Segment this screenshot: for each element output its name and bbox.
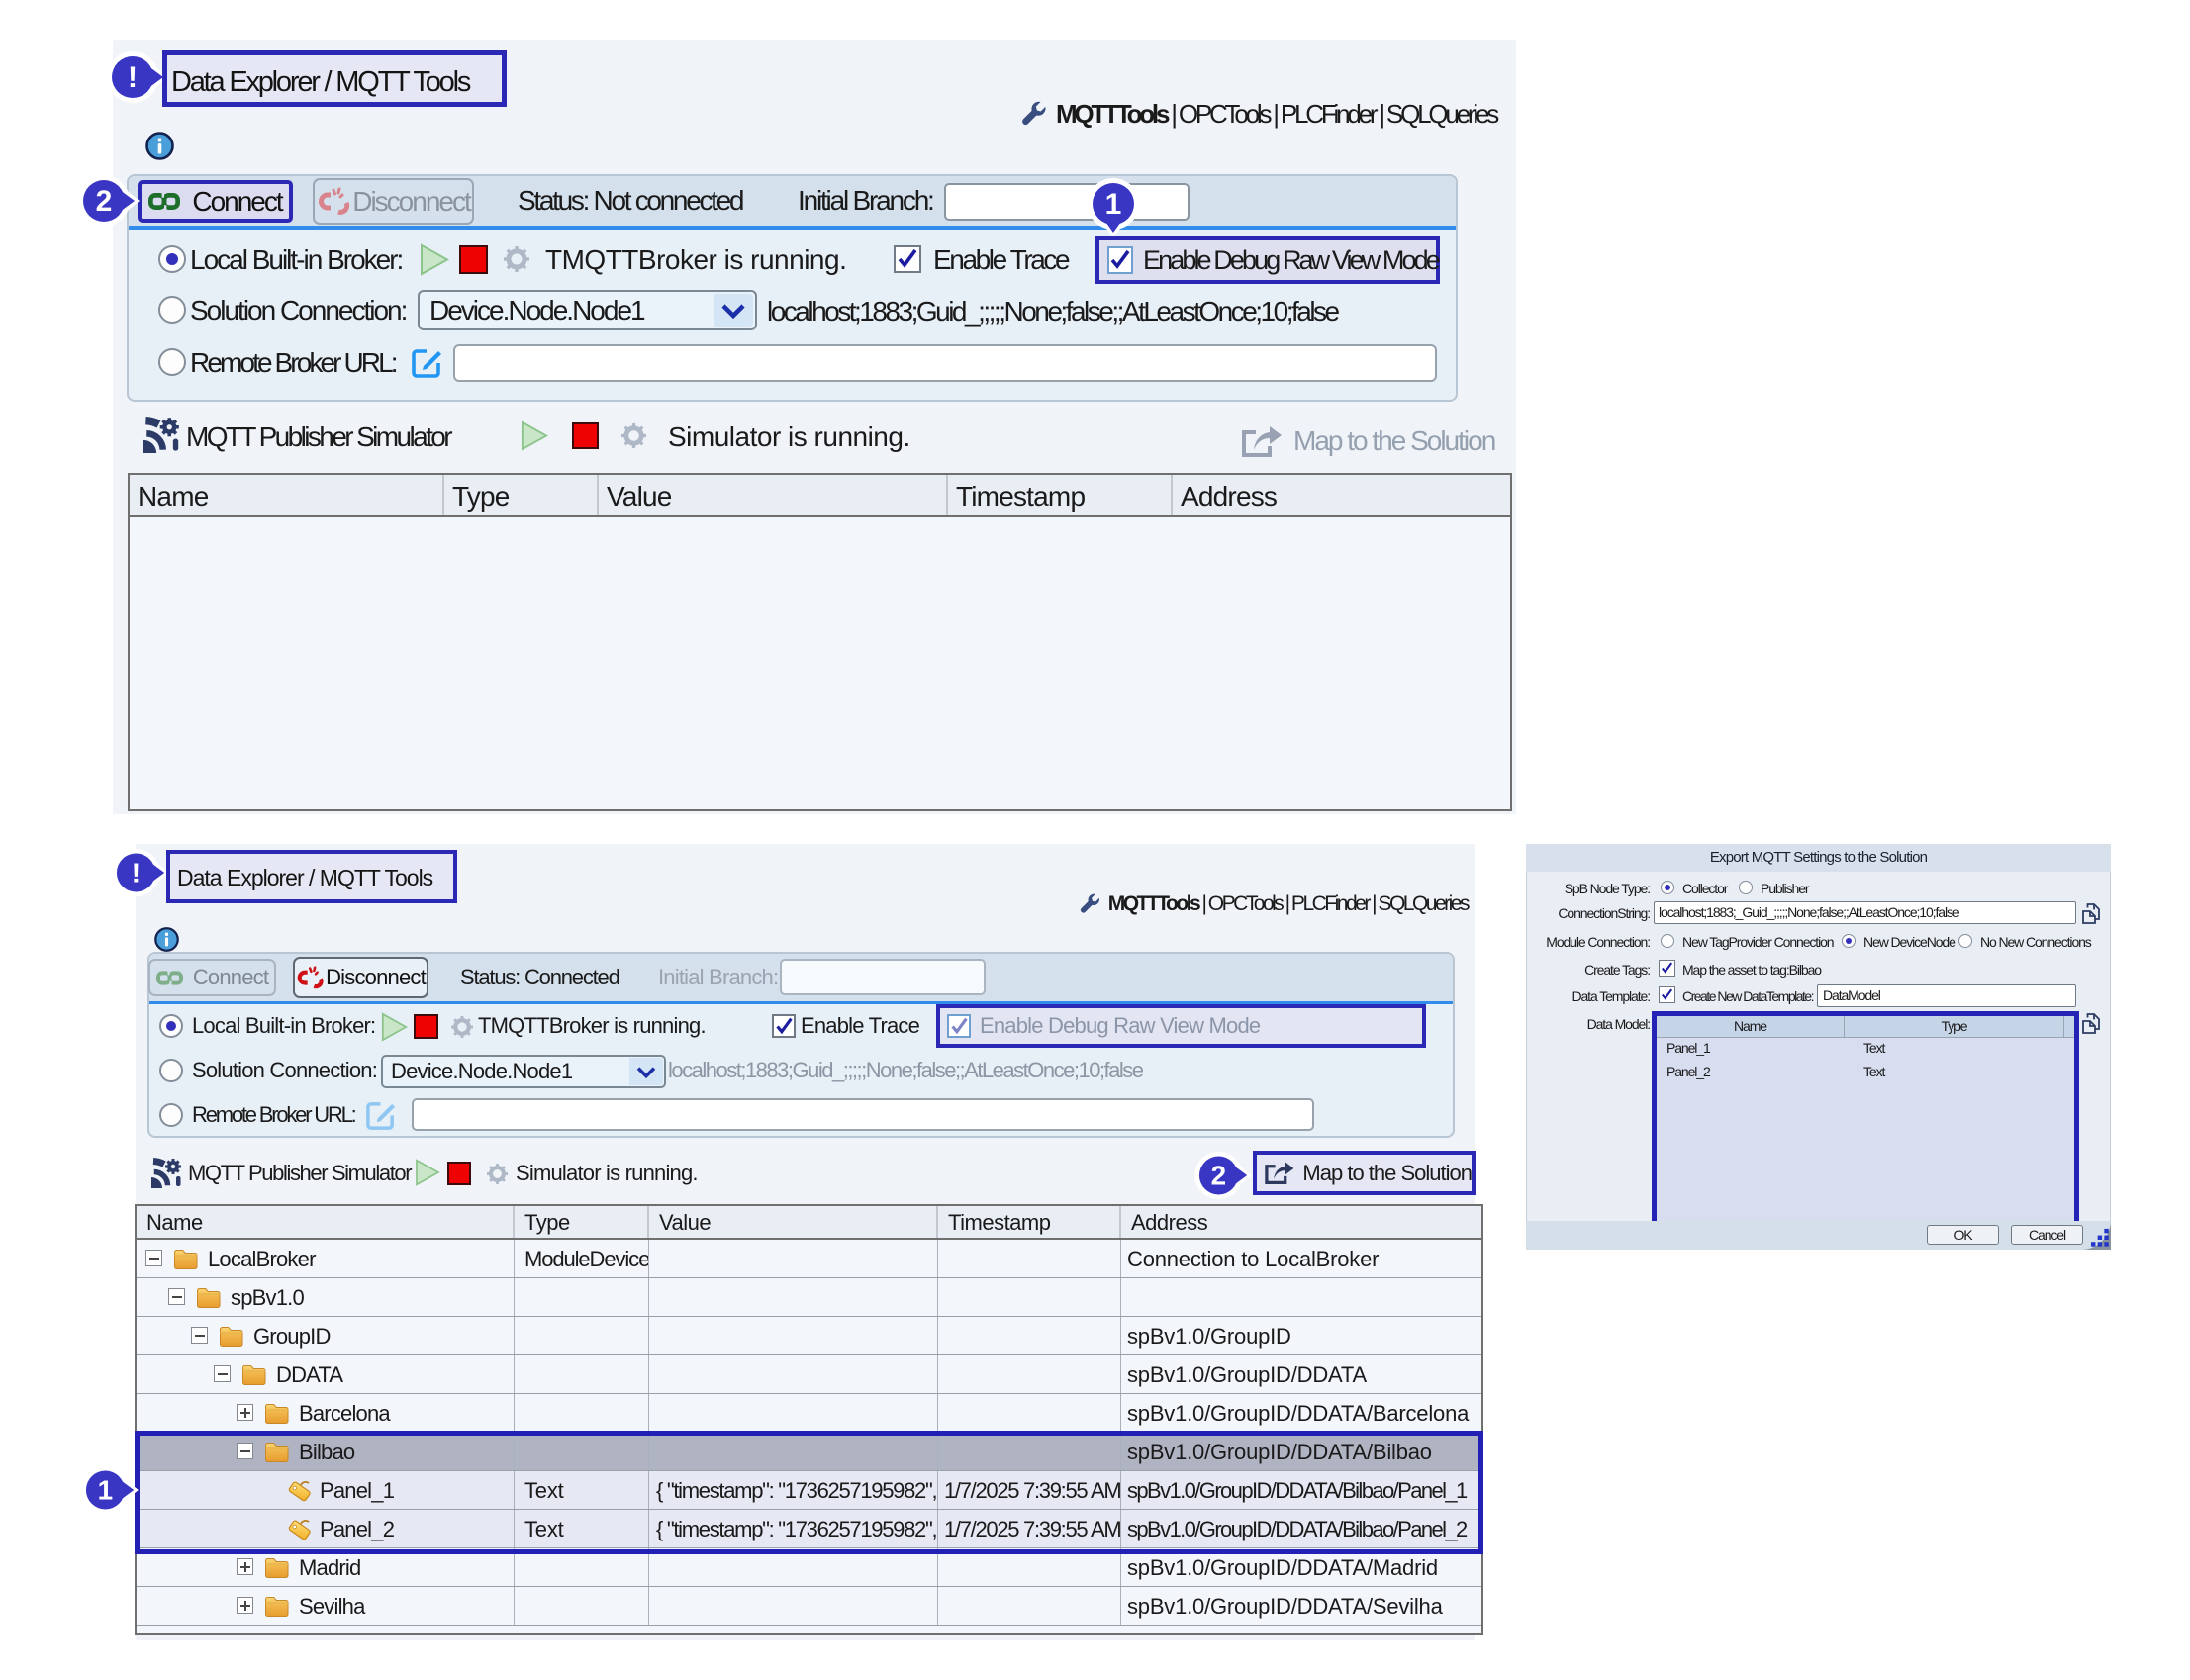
svg-text:2: 2 bbox=[96, 185, 113, 218]
svg-text:!: ! bbox=[132, 857, 141, 887]
svg-text:!: ! bbox=[128, 61, 138, 94]
svg-text:1: 1 bbox=[1105, 188, 1122, 221]
svg-text:1: 1 bbox=[98, 1474, 114, 1505]
svg-text:2: 2 bbox=[1211, 1160, 1227, 1190]
